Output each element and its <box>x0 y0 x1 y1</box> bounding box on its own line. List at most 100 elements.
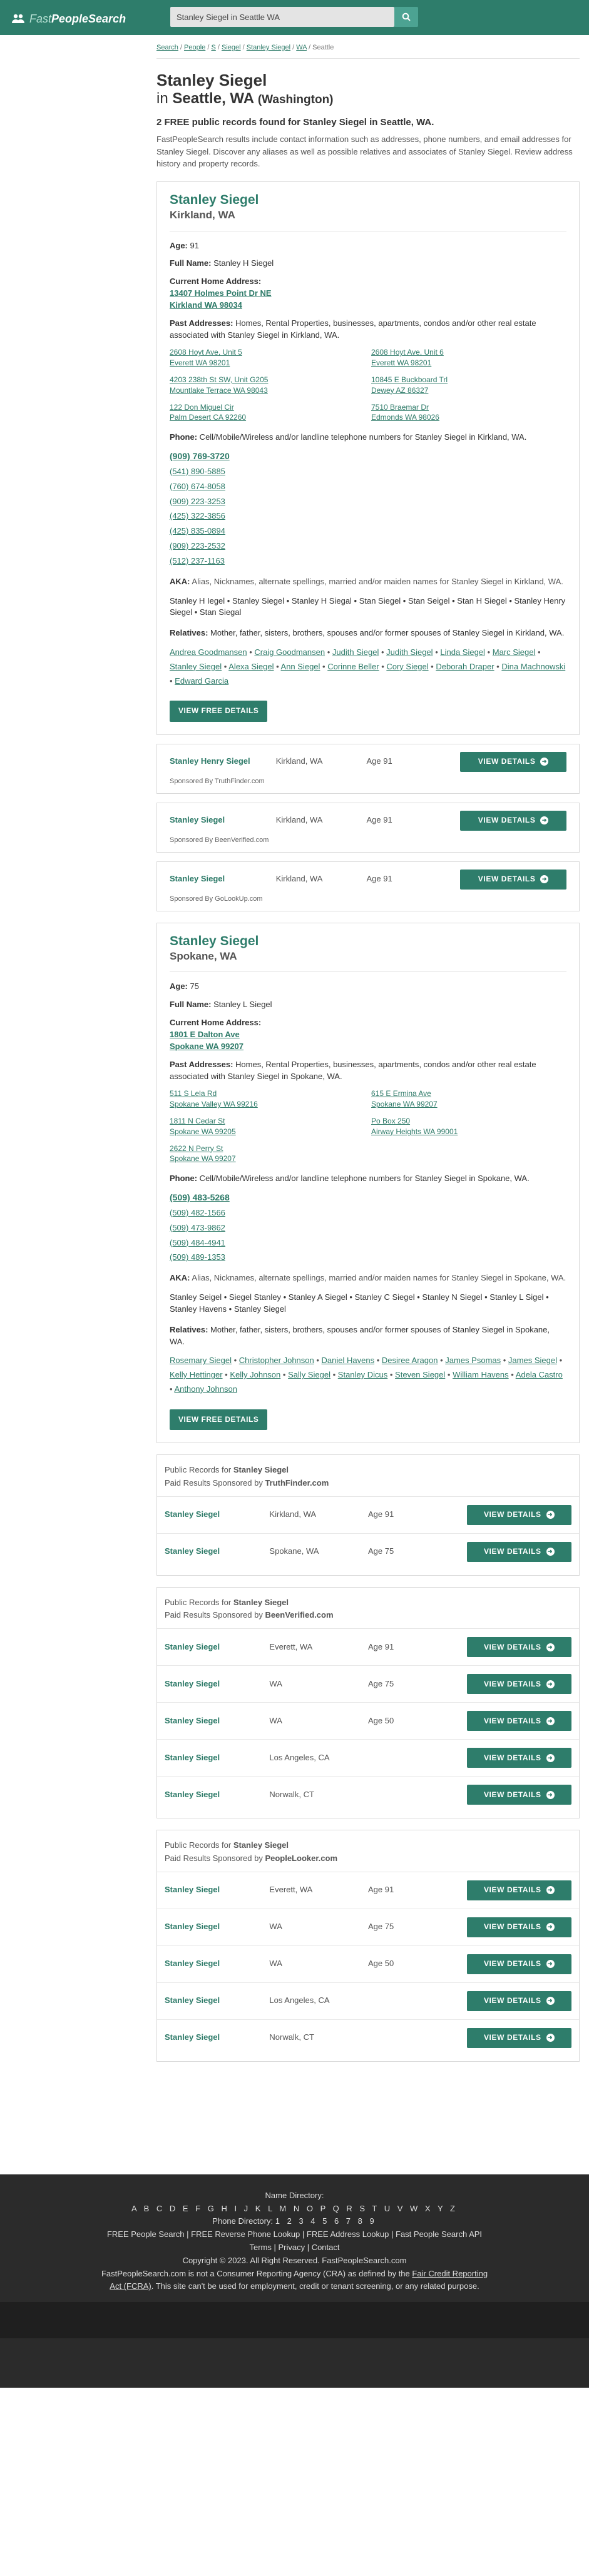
relative-link[interactable]: Deborah Draper <box>436 662 494 671</box>
breadcrumb-item[interactable]: Search <box>156 44 178 51</box>
view-details-button[interactable]: VIEW DETAILS ➜ <box>466 1917 571 1937</box>
sponsored-name[interactable]: Stanley Henry Siegel <box>170 756 276 768</box>
view-free-details-button[interactable]: VIEW FREE DETAILS <box>170 701 268 722</box>
sponsored-name[interactable]: Stanley Siegel <box>165 1546 269 1558</box>
view-details-button[interactable]: VIEW DETAILS ➜ <box>466 1748 571 1768</box>
view-details-button[interactable]: VIEW DETAILS ➜ <box>466 1637 571 1658</box>
relative-link[interactable]: Kelly Johnson <box>230 1370 280 1379</box>
current-address-link[interactable]: 13407 Holmes Point Dr NE Kirkland WA 9803… <box>170 288 272 310</box>
sponsored-name[interactable]: Stanley Siegel <box>165 1789 269 1801</box>
past-address-link[interactable]: 511 S Lela Rd Spokane Valley WA 99216 <box>170 1089 258 1108</box>
view-details-button[interactable]: VIEW DETAILS ➜ <box>466 1954 571 1974</box>
relative-link[interactable]: James Psomas <box>445 1356 501 1365</box>
sponsored-name[interactable]: Stanley Siegel <box>165 1884 269 1896</box>
relative-link[interactable]: Linda Siegel <box>440 647 485 657</box>
past-address-link[interactable]: 2608 Hoyt Ave, Unit 5 Everett WA 98201 <box>170 348 242 367</box>
relative-link[interactable]: Stanley Dicus <box>338 1370 387 1379</box>
view-free-details-button[interactable]: VIEW FREE DETAILS <box>170 1409 268 1431</box>
relative-link[interactable]: Adela Castro <box>516 1370 563 1379</box>
relative-link[interactable]: Dina Machnowski <box>501 662 565 671</box>
relative-link[interactable]: Ann Siegel <box>281 662 320 671</box>
phone-link[interactable]: (909) 223-3253 <box>170 497 225 506</box>
sponsored-name[interactable]: Stanley Siegel <box>165 2032 269 2044</box>
relative-link[interactable]: Corinne Beller <box>327 662 379 671</box>
view-details-button[interactable]: VIEW DETAILS ➜ <box>466 1674 571 1695</box>
footer-legal-links[interactable]: Terms | Privacy | Contact <box>0 2241 589 2254</box>
view-details-button[interactable]: VIEW DETAILS ➜ <box>466 2027 571 2048</box>
search-input[interactable]: Stanley Siegel in Seattle WA <box>170 7 394 27</box>
past-address-link[interactable]: Po Box 250 Airway Heights WA 99001 <box>371 1117 458 1136</box>
view-details-button[interactable]: VIEW DETAILS ➜ <box>466 1541 571 1562</box>
phone-link[interactable]: (509) 489-1353 <box>170 1252 225 1262</box>
current-address-link[interactable]: 1801 E Dalton Ave Spokane WA 99207 <box>170 1030 243 1051</box>
search-button[interactable] <box>394 7 418 27</box>
relative-link[interactable]: James Siegel <box>508 1356 557 1365</box>
phone-link[interactable]: (760) 674-8058 <box>170 482 225 491</box>
view-details-button[interactable]: VIEW DETAILS ➜ <box>466 1711 571 1732</box>
relative-link[interactable]: Judith Siegel <box>386 647 433 657</box>
view-details-button[interactable]: VIEW DETAILS ➜ <box>466 1990 571 2011</box>
breadcrumb-item[interactable]: Siegel <box>222 44 241 51</box>
relative-link[interactable]: Kelly Hettinger <box>170 1370 223 1379</box>
past-address-link[interactable]: 615 E Ermina Ave Spokane WA 99207 <box>371 1089 438 1108</box>
past-address-link[interactable]: 7510 Braemar Dr Edmonds WA 98026 <box>371 403 439 422</box>
view-details-button[interactable]: VIEW DETAILS ➜ <box>466 1504 571 1525</box>
past-address-link[interactable]: 2608 Hoyt Ave, Unit 6 Everett WA 98201 <box>371 348 444 367</box>
relative-link[interactable]: Andrea Goodmansen <box>170 647 247 657</box>
phone-directory-digits[interactable]: 1 2 3 4 5 6 7 8 9 <box>275 2216 377 2226</box>
relative-link[interactable]: Rosemary Siegel <box>170 1356 232 1365</box>
relative-link[interactable]: Sally Siegel <box>288 1370 330 1379</box>
breadcrumb-item[interactable]: Stanley Siegel <box>247 44 290 51</box>
past-address-link[interactable]: 122 Don Miguel Cir Palm Desert CA 92260 <box>170 403 246 422</box>
phone-link[interactable]: (509) 483-5268 <box>170 1192 230 1202</box>
phone-link[interactable]: (509) 484-4941 <box>170 1238 225 1247</box>
sponsored-name[interactable]: Stanley Siegel <box>165 1921 269 1933</box>
relative-link[interactable]: Desiree Aragon <box>382 1356 438 1365</box>
relative-link[interactable]: Cory Siegel <box>386 662 428 671</box>
site-logo[interactable]: FastPeopleSearch <box>11 11 126 27</box>
phone-link[interactable]: (541) 890-5885 <box>170 467 225 476</box>
view-details-button[interactable]: VIEW DETAILS ➜ <box>466 1785 571 1805</box>
past-address-link[interactable]: 10845 E Buckboard Trl Dewey AZ 86327 <box>371 375 448 395</box>
sponsored-name[interactable]: Stanley Siegel <box>165 1752 269 1764</box>
person-name[interactable]: Stanley Siegel <box>170 933 566 949</box>
phone-link[interactable]: (512) 237-1163 <box>170 556 225 565</box>
relative-link[interactable]: Stanley Siegel <box>170 662 222 671</box>
relative-link[interactable]: Alexa Siegel <box>228 662 274 671</box>
breadcrumb-item[interactable]: S <box>211 44 215 51</box>
view-details-button[interactable]: VIEW DETAILS ➜ <box>460 869 566 890</box>
sponsored-name[interactable]: Stanley Siegel <box>165 1958 269 1970</box>
breadcrumb-item[interactable]: WA <box>296 44 307 51</box>
sponsored-name[interactable]: Stanley Siegel <box>165 1509 269 1521</box>
footer-links[interactable]: FREE People Search | FREE Reverse Phone … <box>0 2228 589 2241</box>
view-details-button[interactable]: VIEW DETAILS ➜ <box>460 751 566 772</box>
sponsored-name[interactable]: Stanley Siegel <box>165 1641 269 1653</box>
sponsored-name[interactable]: Stanley Siegel <box>165 1995 269 2007</box>
sponsored-name[interactable]: Stanley Siegel <box>170 873 276 885</box>
sponsored-name[interactable]: Stanley Siegel <box>165 1715 269 1727</box>
phone-link[interactable]: (509) 473-9862 <box>170 1223 225 1232</box>
past-address-link[interactable]: 2622 N Perry St Spokane WA 99207 <box>170 1144 236 1164</box>
relative-link[interactable]: Edward Garcia <box>175 676 228 686</box>
phone-link[interactable]: (425) 322-3856 <box>170 511 225 520</box>
person-name[interactable]: Stanley Siegel <box>170 192 566 208</box>
view-details-button[interactable]: VIEW DETAILS ➜ <box>460 810 566 831</box>
past-address-link[interactable]: 1811 N Cedar St Spokane WA 99205 <box>170 1117 236 1136</box>
relative-link[interactable]: Anthony Johnson <box>174 1384 237 1394</box>
relative-link[interactable]: William Havens <box>453 1370 509 1379</box>
name-directory-letters[interactable]: A B C D E F G H I J K L M N O P Q R S T … <box>0 2203 589 2216</box>
phone-link[interactable]: (509) 482-1566 <box>170 1208 225 1217</box>
sponsored-name[interactable]: Stanley Siegel <box>170 814 276 826</box>
relative-link[interactable]: Judith Siegel <box>332 647 379 657</box>
view-details-button[interactable]: VIEW DETAILS ➜ <box>466 1880 571 1900</box>
relative-link[interactable]: Christopher Johnson <box>239 1356 314 1365</box>
sponsored-name[interactable]: Stanley Siegel <box>165 1678 269 1690</box>
past-address-link[interactable]: 4203 238th St SW, Unit G205 Mountlake Ter… <box>170 375 268 395</box>
breadcrumb-item[interactable]: People <box>184 44 205 51</box>
relative-link[interactable]: Craig Goodmansen <box>254 647 325 657</box>
phone-link[interactable]: (909) 223-2532 <box>170 541 225 550</box>
relative-link[interactable]: Steven Siegel <box>395 1370 445 1379</box>
relative-link[interactable]: Daniel Havens <box>322 1356 375 1365</box>
relative-link[interactable]: Marc Siegel <box>493 647 536 657</box>
phone-link[interactable]: (425) 835-0894 <box>170 526 225 535</box>
